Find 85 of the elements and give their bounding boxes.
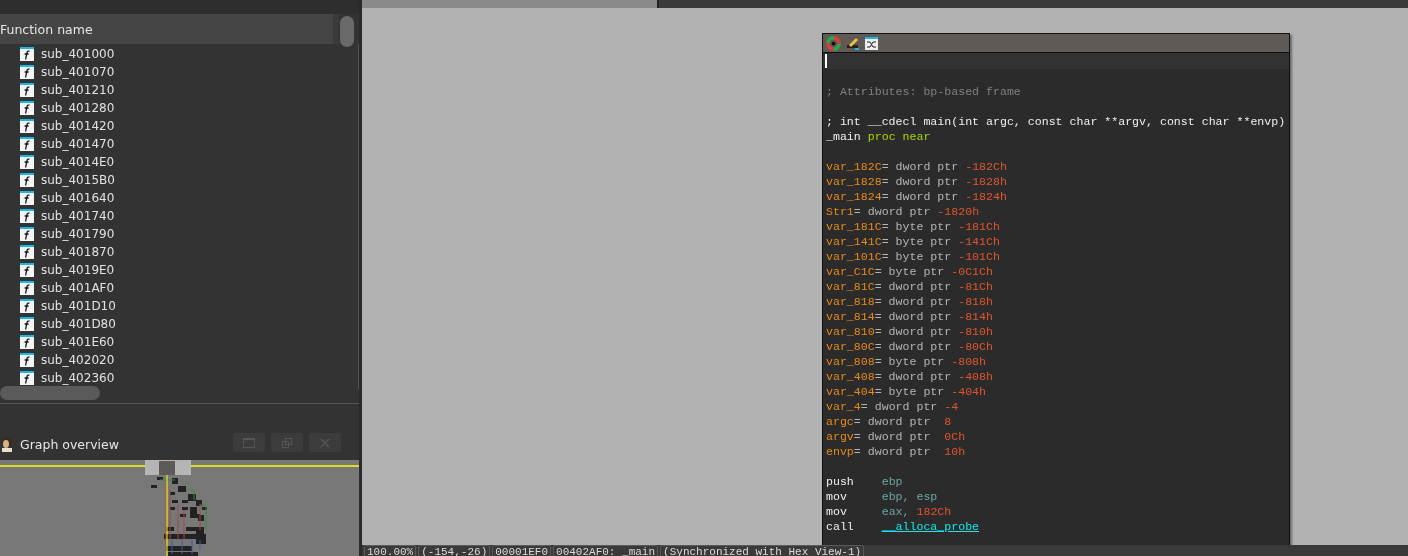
close-button[interactable] xyxy=(309,433,341,452)
function-icon xyxy=(20,83,34,97)
function-list-item[interactable]: sub_4015B0 xyxy=(0,171,358,189)
function-icon xyxy=(20,245,34,259)
code-line: var_182C= dword ptr -182Ch xyxy=(826,159,1008,174)
code-line: var_4= dword ptr -4 xyxy=(826,399,960,414)
function-list-item[interactable]: sub_401420 xyxy=(0,117,358,135)
function-list-item[interactable]: sub_4014E0 xyxy=(0,153,358,171)
function-list-item[interactable]: sub_401D10 xyxy=(0,297,358,315)
horizontal-scrollbar[interactable] xyxy=(0,386,100,400)
code-line: envp= dword ptr 10h xyxy=(826,444,967,459)
code-line: var_101C= byte ptr -101Ch xyxy=(826,249,1001,264)
status-field: 00402AF0: _main xyxy=(553,545,659,556)
function-icon xyxy=(20,263,34,277)
code-line: call __alloca_probe xyxy=(826,519,981,534)
function-icon xyxy=(20,281,34,295)
panel-title: Graph overview xyxy=(20,437,120,452)
code-line: var_141C= byte ptr -141Ch xyxy=(826,234,1001,249)
function-icon xyxy=(20,371,34,385)
portrait-icon xyxy=(0,436,14,452)
function-list-item[interactable]: sub_401870 xyxy=(0,243,358,261)
function-icon xyxy=(20,101,34,115)
code-line: var_408= dword ptr -408h xyxy=(826,369,994,384)
code-line: push ebp xyxy=(826,474,904,489)
function-icon xyxy=(20,299,34,313)
function-icon xyxy=(20,155,34,169)
maximize-icon xyxy=(243,437,255,448)
code-line: var_814= dword ptr -814h xyxy=(826,309,994,324)
function-list-item[interactable]: sub_402360 xyxy=(0,369,358,387)
function-icon xyxy=(20,119,34,133)
function-icon xyxy=(20,47,34,61)
function-list-item[interactable]: sub_4019E0 xyxy=(0,261,358,279)
code-line: argc= dword ptr 8 xyxy=(826,414,953,429)
graph-overview-drawing[interactable] xyxy=(0,460,359,556)
code-line: var_810= dword ptr -810h xyxy=(826,324,994,339)
code-line: var_818= dword ptr -818h xyxy=(826,294,994,309)
status-field: 100.00% xyxy=(364,545,417,556)
maximize-button[interactable] xyxy=(233,433,265,452)
code-line: ; Attributes: bp-based frame xyxy=(826,84,1022,99)
code-line: var_81C= dword ptr -81Ch xyxy=(826,279,994,294)
function-list-item[interactable]: sub_401470 xyxy=(0,135,358,153)
column-header[interactable]: Function name xyxy=(0,14,339,44)
restore-button[interactable] xyxy=(271,433,303,452)
function-list-item[interactable]: sub_401790 xyxy=(0,225,358,243)
code-line: _main proc near xyxy=(826,129,932,144)
code-line: var_C1C= byte ptr -0C1Ch xyxy=(826,264,994,279)
function-icon xyxy=(20,137,34,151)
code-line: var_404= byte ptr -404h xyxy=(826,384,988,399)
function-list-item[interactable]: sub_401D80 xyxy=(0,315,358,333)
function-list-item[interactable]: sub_401740 xyxy=(0,207,358,225)
code-line: var_808= byte ptr -808h xyxy=(826,354,988,369)
function-list-item[interactable]: sub_401E60 xyxy=(0,333,358,351)
pencil-icon[interactable] xyxy=(846,36,860,50)
code-line: Str1= dword ptr -1820h xyxy=(826,204,981,219)
code-line: mov eax, 182Ch xyxy=(826,504,953,519)
function-list-item[interactable]: sub_401210 xyxy=(0,81,358,99)
function-icon xyxy=(20,353,34,367)
function-list-item[interactable]: sub_401640 xyxy=(0,189,358,207)
color-wheel-icon[interactable] xyxy=(826,35,841,51)
code-line: ; int __cdecl main(int argc, const char **argv, const char **envp) xyxy=(826,114,1287,129)
function-list-item[interactable]: sub_401280 xyxy=(0,99,358,117)
function-icon xyxy=(20,209,34,223)
graph-toggle-icon[interactable] xyxy=(865,36,878,50)
function-icon xyxy=(20,335,34,349)
function-icon xyxy=(20,317,34,331)
code-line: argv= dword ptr 0Ch xyxy=(826,429,967,444)
code-line: var_1824= dword ptr -1824h xyxy=(826,189,1008,204)
function-list-item[interactable]: sub_401000 xyxy=(0,45,358,63)
function-icon xyxy=(20,191,34,205)
text-cursor xyxy=(825,54,827,68)
function-icon xyxy=(20,227,34,241)
code-block[interactable] xyxy=(822,33,1290,545)
code-line: mov ebp, esp xyxy=(826,489,939,504)
vertical-scrollbar[interactable] xyxy=(340,16,354,47)
function-list-item[interactable]: sub_401070 xyxy=(0,63,358,81)
close-icon xyxy=(320,437,330,448)
restore-icon xyxy=(282,437,292,448)
function-icon xyxy=(20,65,34,79)
function-icon xyxy=(20,173,34,187)
function-list-item[interactable]: sub_402020 xyxy=(0,351,358,369)
code-line: var_1828= dword ptr -1828h xyxy=(826,174,1008,189)
status-field: 00001EF0 xyxy=(492,545,552,556)
code-line: var_80C= dword ptr -80Ch xyxy=(826,339,994,354)
code-line: var_181C= byte ptr -181Ch xyxy=(826,219,1001,234)
function-list-item[interactable]: sub_401AF0 xyxy=(0,279,358,297)
